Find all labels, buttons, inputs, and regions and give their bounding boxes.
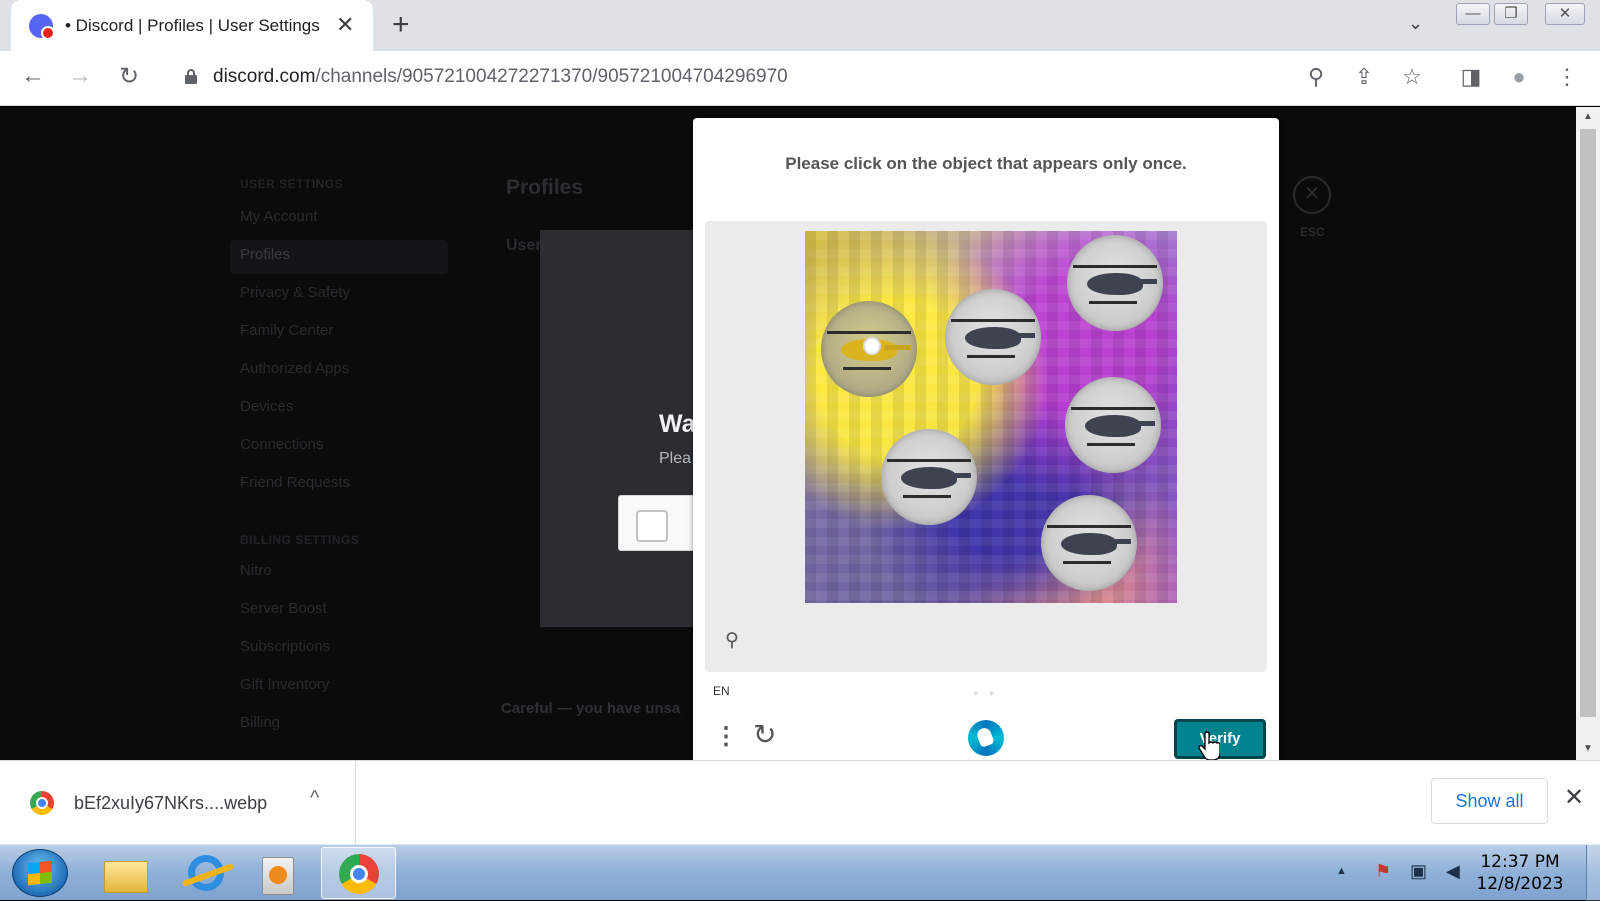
new-tab-button[interactable]: + (392, 8, 410, 42)
clock-date: 12/8/2023 (1476, 874, 1564, 894)
taskbar-internet-explorer[interactable] (168, 849, 236, 897)
hand-cursor-icon (1198, 731, 1220, 761)
media-player-icon (262, 857, 294, 895)
hcaptcha-challenge: Please click on the object that appears … (693, 118, 1279, 760)
chrome-icon (339, 854, 379, 894)
user-settings-header: USER SETTINGS (240, 177, 344, 191)
unsaved-changes-notice: Careful — you have unsa (501, 700, 681, 717)
browser-toolbar: ← → ↻ discord.com/channels/9057210042722… (0, 51, 1600, 106)
download-shelf: bEf2xuIy67NKrs....webp ^ Show all ✕ (0, 760, 1600, 845)
profile-avatar-icon[interactable]: ● (1505, 64, 1533, 90)
verify-button[interactable]: Verify (1174, 719, 1266, 759)
folder-icon (104, 861, 148, 893)
chevron-up-icon[interactable]: ^ (310, 787, 319, 810)
wait-modal-subtitle: Plea (659, 450, 692, 467)
sidebar-item-nitro[interactable]: Nitro (240, 562, 272, 579)
zoom-icon[interactable]: ⚲ (1302, 64, 1330, 90)
sidebar-item-family-center[interactable]: Family Center (240, 322, 333, 339)
share-icon[interactable]: ⇪ (1350, 64, 1378, 90)
tab-title: • Discord | Profiles | User Settings (65, 16, 320, 35)
back-icon[interactable]: ← (17, 62, 49, 90)
sidebar-item-friend-requests[interactable]: Friend Requests (240, 474, 350, 491)
captcha-menu-icon[interactable]: ⋮ (714, 722, 738, 751)
captcha-refresh-icon[interactable]: ↻ (753, 718, 776, 751)
challenge-pager: ● ● (973, 688, 999, 698)
clock-time: 12:37 PM (1480, 852, 1560, 872)
chrome-menu-icon[interactable]: ⋮ (1553, 64, 1581, 90)
challenge-task-area: ⚲ (705, 221, 1267, 672)
sidebar-item-privacy-safety[interactable]: Privacy & Safety (240, 284, 350, 301)
windows-taskbar: ▲ ⚑ ▣ ◀ 12:37 PM 12/8/2023 (0, 844, 1600, 901)
sidebar-item-server-boost[interactable]: Server Boost (240, 600, 327, 617)
tab-close-icon[interactable]: ✕ (336, 12, 354, 38)
download-file-name: bEf2xuIy67NKrs....webp (74, 793, 268, 813)
sidebar-item-devices[interactable]: Devices (240, 398, 293, 415)
sidebar-item-profiles[interactable]: Profiles (240, 246, 290, 263)
scroll-down-icon[interactable]: ▼ (1576, 743, 1600, 754)
page-title: Profiles (506, 176, 584, 199)
tab-search-icon[interactable]: ⌄ (1408, 13, 1423, 34)
helicopter[interactable] (1041, 495, 1137, 591)
magnify-icon[interactable]: ⚲ (725, 629, 739, 652)
network-icon[interactable]: ▣ (1410, 861, 1427, 882)
chrome-file-icon (30, 791, 54, 815)
sidebar-item-billing[interactable]: Billing (240, 714, 280, 731)
window-minimize-button[interactable]: — (1456, 3, 1490, 25)
side-panel-icon[interactable]: ◨ (1457, 64, 1485, 90)
hcaptcha-logo-icon (968, 720, 1004, 756)
close-shelf-icon[interactable]: ✕ (1564, 783, 1584, 812)
sidebar-item-connections[interactable]: Connections (240, 436, 323, 453)
helicopter[interactable] (945, 289, 1041, 385)
language-selector[interactable]: EN (713, 684, 730, 698)
helicopter[interactable] (881, 429, 977, 525)
taskbar-media-player[interactable] (244, 849, 312, 897)
window-restore-button[interactable]: ❐ (1494, 3, 1528, 25)
sidebar-item-authorized-apps[interactable]: Authorized Apps (240, 360, 349, 377)
tab-strip: • Discord | Profiles | User Settings ✕ +… (0, 0, 1600, 51)
volume-muted-icon[interactable]: ◀ (1446, 861, 1460, 882)
wait-modal-title: Wa (659, 410, 696, 438)
helicopter[interactable] (1065, 377, 1161, 473)
download-item[interactable]: bEf2xuIy67NKrs....webp ^ (0, 761, 356, 845)
lock-icon[interactable] (185, 69, 197, 84)
address-bar[interactable]: discord.com/channels/905721004272271370/… (163, 57, 1389, 99)
selection-marker (863, 337, 881, 355)
scroll-up-icon[interactable]: ▲ (1576, 111, 1600, 122)
tab-user-profile[interactable]: User (506, 237, 542, 255)
internet-explorer-icon (188, 855, 224, 891)
action-center-flag-icon[interactable]: ⚑ (1375, 861, 1391, 882)
hcaptcha-checkbox-widget (618, 495, 698, 551)
scroll-thumb[interactable] (1580, 129, 1596, 717)
sidebar-item-my-account[interactable]: My Account (240, 208, 318, 225)
esc-label: ESC (1300, 225, 1325, 239)
system-clock[interactable]: 12:37 PM 12/8/2023 (1470, 851, 1570, 895)
url-text[interactable]: discord.com/channels/905721004272271370/… (213, 66, 788, 88)
billing-settings-header: BILLING SETTINGS (240, 533, 360, 547)
url-host: discord.com (213, 66, 316, 87)
taskbar-chrome[interactable] (321, 847, 396, 899)
show-desktop-button[interactable] (1586, 845, 1600, 901)
show-all-button[interactable]: Show all (1431, 778, 1548, 824)
forward-icon[interactable]: → (64, 62, 96, 90)
window-close-button[interactable]: ✕ (1545, 3, 1585, 25)
challenge-image[interactable] (805, 231, 1177, 603)
tray-expand-icon[interactable]: ▲ (1336, 865, 1347, 877)
helicopter[interactable] (1067, 235, 1163, 331)
tab-discord[interactable]: • Discord | Profiles | User Settings ✕ (11, 0, 373, 51)
url-path: /channels/905721004272271370/90572100470… (315, 66, 788, 87)
challenge-prompt: Please click on the object that appears … (785, 154, 1187, 173)
sidebar-item-gift-inventory[interactable]: Gift Inventory (240, 676, 329, 693)
bookmark-star-icon[interactable]: ☆ (1398, 64, 1426, 90)
windows-logo-icon (28, 860, 52, 886)
hcaptcha-checkbox[interactable] (636, 510, 668, 542)
taskbar-explorer[interactable] (90, 849, 158, 897)
page-scrollbar[interactable]: ▲ ▼ (1576, 107, 1600, 760)
sidebar-item-subscriptions[interactable]: Subscriptions (240, 638, 330, 655)
discord-favicon-icon (29, 14, 55, 40)
close-settings-icon[interactable]: ✕ (1293, 176, 1331, 214)
start-button[interactable] (12, 849, 68, 897)
reload-icon[interactable]: ↻ (113, 62, 145, 91)
